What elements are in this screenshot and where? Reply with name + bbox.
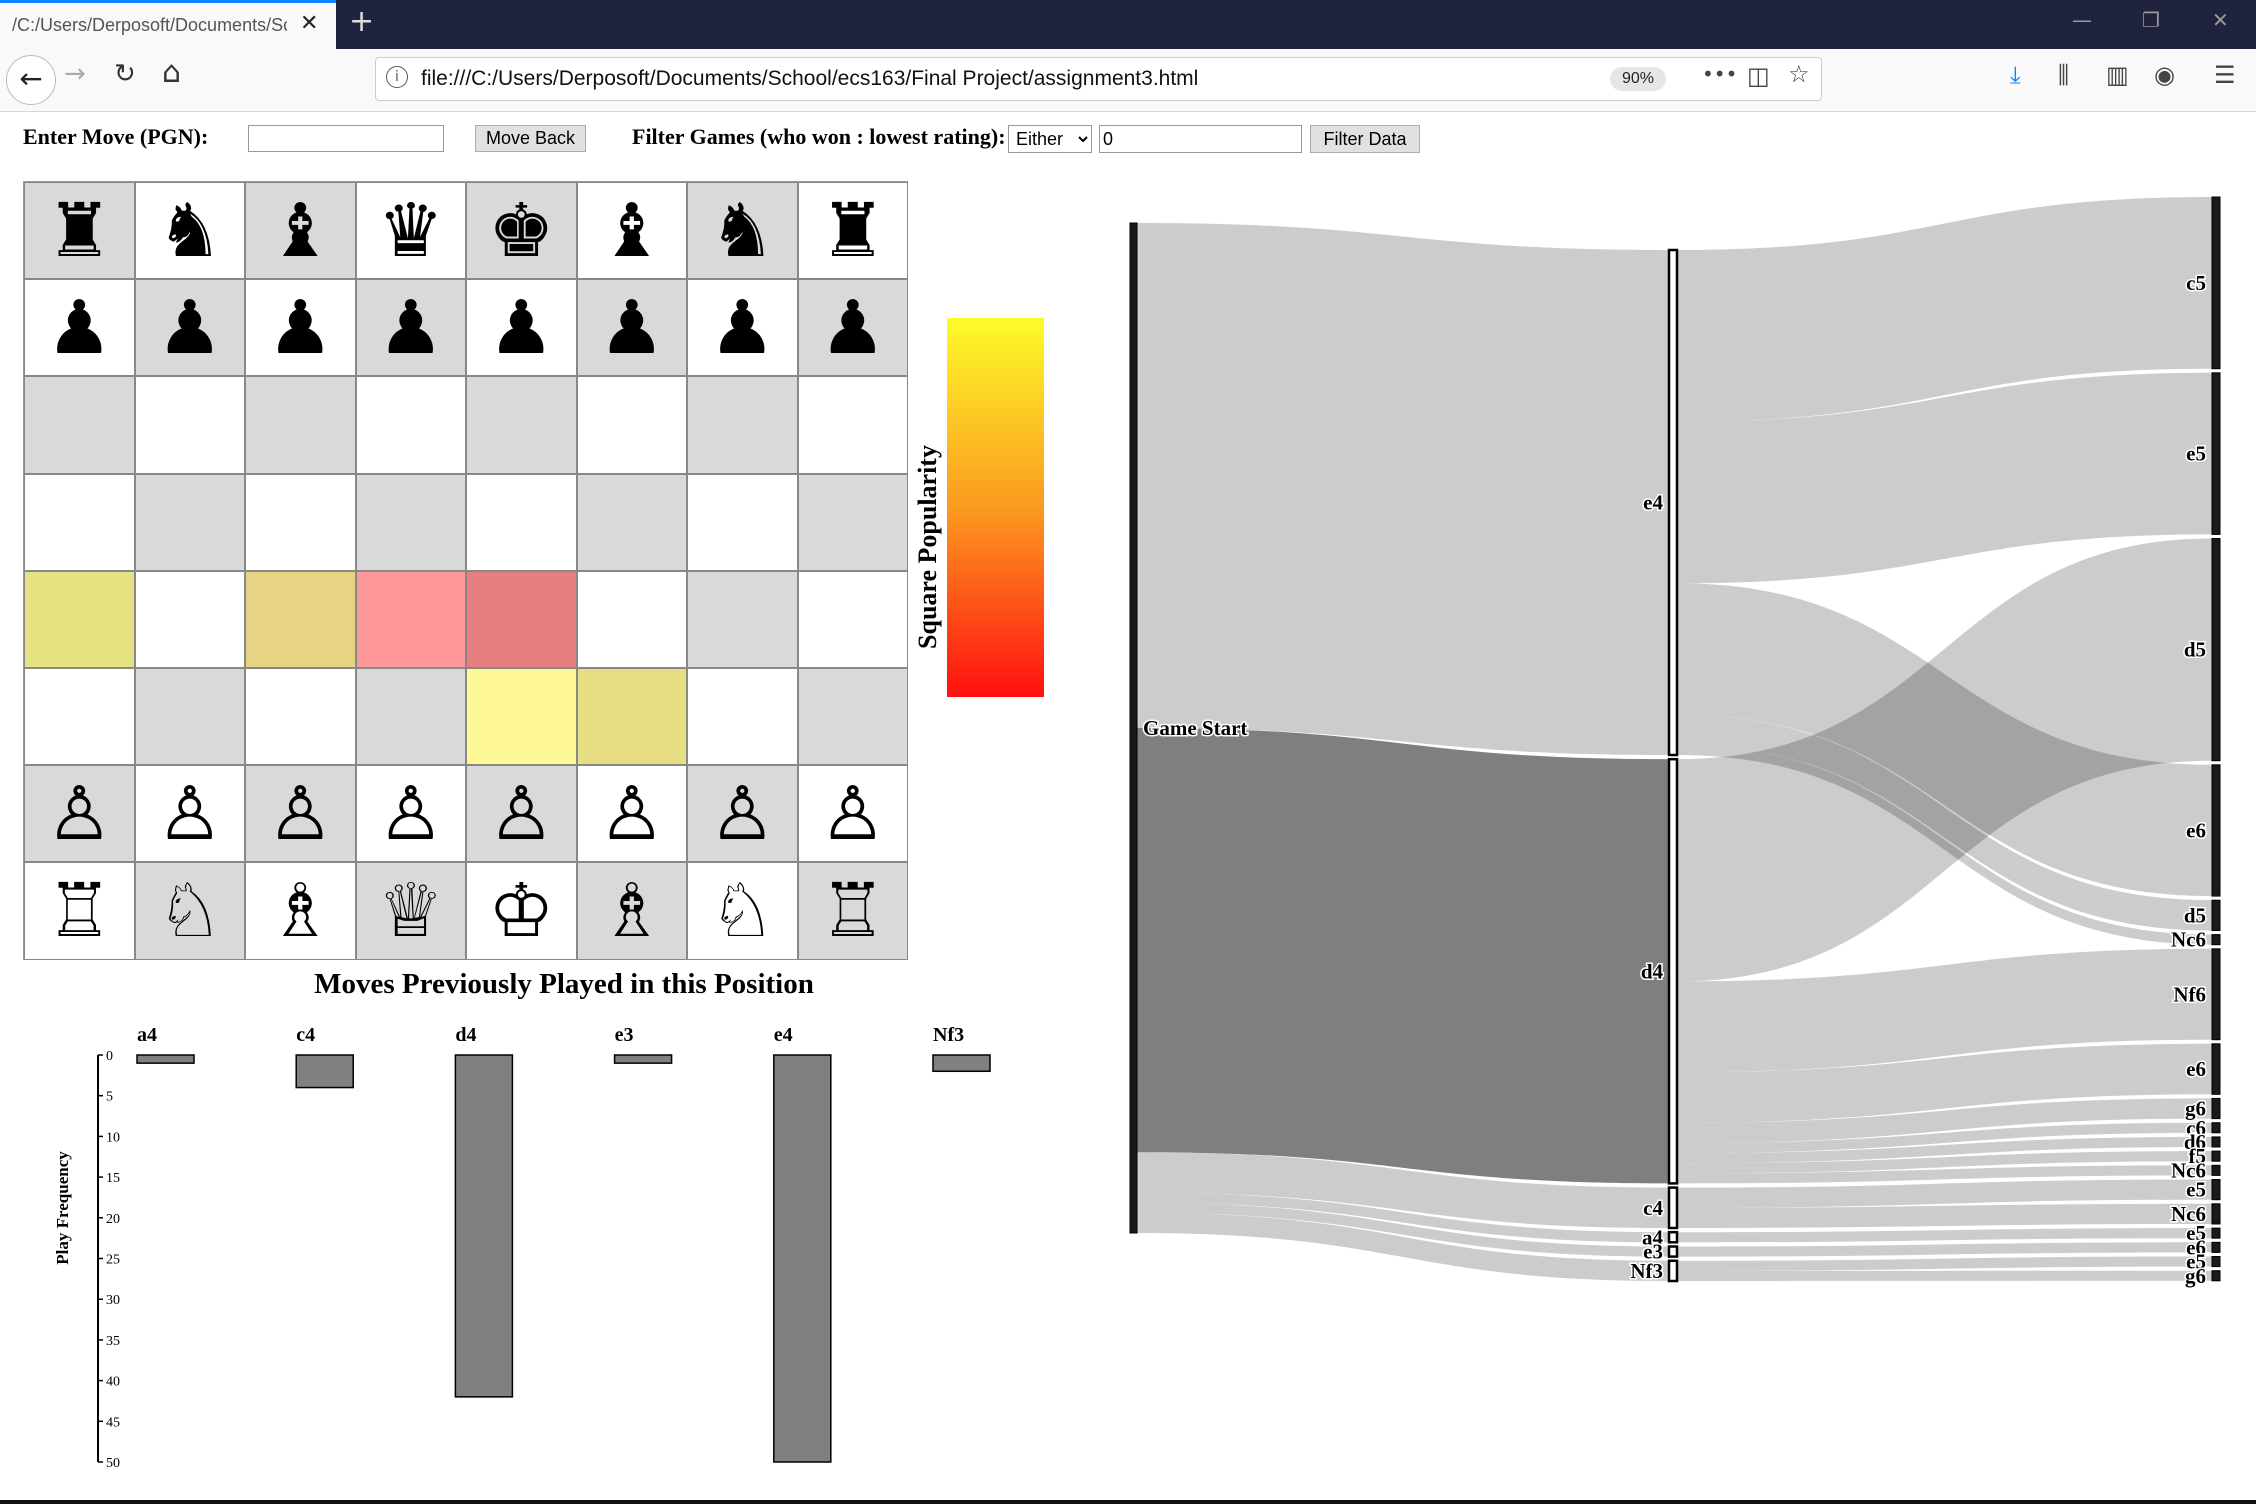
link-e3-e3-e6[interactable]	[1677, 1242, 2212, 1257]
node-d4-Nf6[interactable]	[2211, 948, 2221, 1041]
sankey-diagram: Game Starte4d4c4a4e3Nf3c5e5d5e6d5Nc6Nf6e…	[1129, 196, 2221, 1289]
link-Nf3-Nf3-e5[interactable]	[1677, 1256, 2212, 1271]
bottom-border	[0, 1500, 2256, 1504]
node-c4-e5[interactable]	[2211, 1179, 2221, 1201]
node-e3-e6[interactable]	[2211, 1241, 2221, 1253]
node-label-e4-Nc6: Nc6	[2171, 928, 2206, 952]
node-e4-c5[interactable]	[2211, 196, 2221, 370]
node-e4[interactable]	[1667, 248, 1679, 757]
node-label-e4-e6: e6	[2186, 818, 2206, 842]
node-d4-d5[interactable]	[2211, 538, 2221, 762]
node-a4[interactable]	[1667, 1230, 1679, 1244]
node-e4-e6[interactable]	[2211, 764, 2221, 897]
node-label-Nf3: Nf3	[1630, 1259, 1663, 1283]
node-d4-Nc6[interactable]	[2211, 1164, 2221, 1176]
node-c4-Nc6[interactable]	[2211, 1203, 2221, 1225]
node-d4[interactable]	[1667, 757, 1679, 1185]
node-d4-f5[interactable]	[2211, 1150, 2221, 1162]
node-a4-e5[interactable]	[2211, 1227, 2221, 1239]
node-d4-g6[interactable]	[2211, 1097, 2221, 1120]
node-Nf3-e5[interactable]	[2211, 1256, 2221, 1268]
node-label-gs: Game Start	[1143, 716, 1247, 740]
node-e4-e5[interactable]	[2211, 372, 2221, 535]
node-label-c4: c4	[1643, 1196, 1663, 1220]
node-Nf3[interactable]	[1667, 1259, 1679, 1283]
node-label-e4-c5: c5	[2186, 271, 2206, 295]
node-d4-c6[interactable]	[2211, 1122, 2221, 1134]
node-gs[interactable]	[1129, 222, 1138, 1234]
node-e3[interactable]	[1667, 1245, 1679, 1258]
node-label-c4-e5: e5	[2186, 1178, 2206, 1202]
node-label-Nf3-g6: g6	[2185, 1264, 2206, 1288]
link-gs-d4[interactable]	[1137, 728, 1669, 1184]
node-label-e4: e4	[1643, 491, 1663, 515]
node-d4-d6[interactable]	[2211, 1136, 2221, 1148]
node-label-e4-e5: e5	[2186, 442, 2206, 466]
node-label-e4-d5: d5	[2184, 903, 2206, 927]
node-Nf3-g6[interactable]	[2211, 1270, 2221, 1282]
node-label-d4-d5: d5	[2184, 638, 2206, 662]
node-c4[interactable]	[1667, 1186, 1679, 1230]
node-e4-Nc6[interactable]	[2211, 934, 2221, 946]
node-label-d4-e6: e6	[2186, 1057, 2206, 1081]
node-e4-d5[interactable]	[2211, 899, 2221, 932]
node-label-d4-Nf6: Nf6	[2173, 982, 2206, 1006]
link-gs-e4[interactable]	[1137, 223, 1669, 755]
link-a4-a4-e5[interactable]	[1677, 1228, 2212, 1243]
node-d4-e6[interactable]	[2211, 1043, 2221, 1095]
node-label-d4: d4	[1641, 959, 1664, 983]
link-Nf3-Nf3-g6[interactable]	[1677, 1270, 2212, 1281]
link-c4-c4-e5[interactable]	[1677, 1179, 2212, 1208]
